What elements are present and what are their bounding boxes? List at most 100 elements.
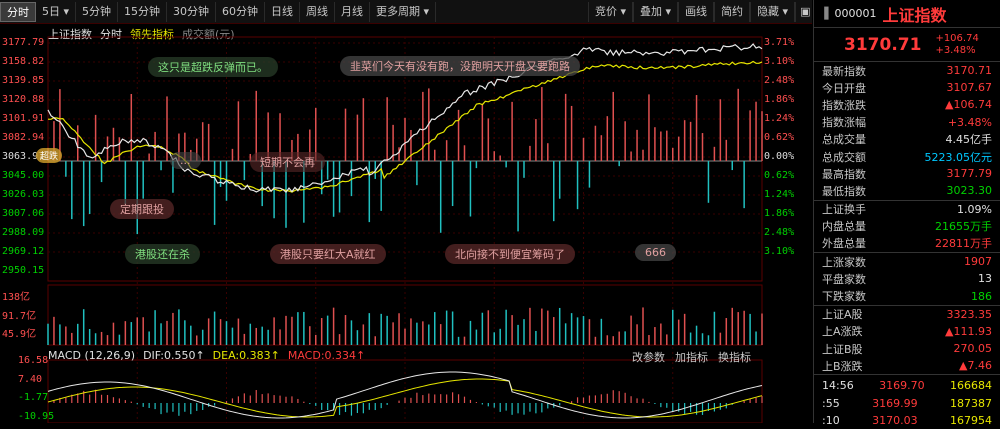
stat-value: 3177.79 — [946, 167, 993, 181]
axis-tick-label: 1.24% — [764, 113, 795, 124]
stat-value: 186 — [971, 289, 992, 303]
axis-tick-label: 0.62% — [764, 132, 795, 143]
axis-tick-label: -10.95 — [18, 410, 55, 422]
axis-tick-label: 3139.85 — [2, 75, 45, 86]
macd-value: MACD:0.334↑ — [287, 349, 366, 362]
stat-label: 内盘总量 — [822, 220, 866, 234]
axis-tick-label: 91.7亿 — [2, 310, 37, 322]
macd-dif: DIF:0.550↑ — [143, 349, 205, 362]
stat-row: 上证换手 1.09% — [814, 201, 1000, 218]
index-stats: 最新指数 3170.71 今日开盘 3107.67 指数涨跌 ▲106.74 指数涨幅 +3.… — [814, 62, 1000, 200]
tick-row: 14:56 3169.70 166684 — [814, 377, 1000, 394]
axis-tick-label: 45.9亿 — [2, 329, 37, 340]
axis-tick-label: 0.00% — [764, 151, 795, 162]
tick-price: 3170.03 — [872, 413, 918, 427]
axis-tick-label: 1.86% — [764, 94, 795, 105]
axis-tick-label: 7.40 — [18, 373, 43, 385]
comment-bubble-5[interactable]: 短期不会再 — [250, 152, 325, 172]
stat-value: ▲106.74 — [945, 98, 992, 112]
add-indicator-button[interactable]: 加指标 — [675, 349, 708, 365]
tick-volume: 166684 — [949, 379, 992, 393]
change-indicator-button[interactable]: 换指标 — [718, 349, 751, 365]
stat-row: 最高指数 3177.79 — [814, 165, 1000, 182]
stat-label: 上证换手 — [822, 203, 866, 217]
stat-value: 3023.30 — [946, 184, 993, 198]
stat-label: 上证A股 — [822, 308, 863, 322]
comment-bubble-10[interactable]: 超跌 — [36, 148, 63, 163]
stat-label: 上涨家数 — [822, 255, 866, 269]
stat-row: 下跌家数 186 — [814, 287, 1000, 304]
axis-tick-label: 2988.09 — [2, 227, 45, 238]
macd-name[interactable]: MACD (12,26,9) — [48, 349, 135, 362]
tick-row: :10 3170.03 167954 — [814, 412, 1000, 429]
tick-time: 14:56 — [822, 379, 854, 393]
comment-bubble-6[interactable]: 港股还在杀 — [125, 244, 200, 264]
stat-label: 总成交量 — [822, 133, 866, 147]
tick-price: 3169.70 — [879, 379, 925, 393]
comment-bubble-9[interactable]: 666 — [635, 244, 676, 261]
axis-tick-label: 3007.06 — [2, 208, 45, 219]
stat-value: ▲111.93 — [945, 324, 992, 338]
comment-bubble-7[interactable]: 港股只要红大A就红 — [270, 244, 386, 264]
comment-bubble-8[interactable]: 北向接不到便宜筹码了 — [445, 244, 575, 264]
axis-tick-label: 2950.15 — [2, 265, 45, 276]
index-code: 000001 — [834, 7, 877, 20]
stat-row: 最新指数 3170.71 — [814, 62, 1000, 79]
axis-tick-label: 3.71% — [764, 37, 795, 48]
stat-label: 外盘总量 — [822, 237, 866, 251]
axis-tick-label: 0.62% — [764, 170, 795, 181]
stat-row: 指数涨幅 +3.48% — [814, 114, 1000, 131]
current-price: 3170.71 — [844, 34, 922, 55]
stat-row: 上B涨跌 ▲7.46 — [814, 357, 1000, 374]
tick-volume: 167954 — [949, 413, 992, 427]
stat-row: 上涨家数 1907 — [814, 253, 1000, 270]
stat-value: 1907 — [964, 255, 992, 269]
axis-tick-label: 3158.82 — [2, 56, 45, 67]
tick-price: 3169.99 — [872, 396, 918, 410]
stat-value: +3.48% — [947, 115, 992, 129]
stat-row: 指数涨跌 ▲106.74 — [814, 96, 1000, 113]
stat-label: 上A涨跌 — [822, 325, 863, 339]
stat-value: 3107.67 — [946, 81, 993, 95]
comment-bubble-4[interactable]: 定期跟投 — [110, 199, 174, 219]
axis-tick-label: 1.24% — [764, 189, 795, 200]
stat-label: 上证B股 — [822, 342, 863, 356]
comment-bubble-1[interactable]: 这只是超跌反弹而已。 — [148, 57, 278, 77]
edit-params-button[interactable]: 改参数 — [632, 349, 665, 365]
index-name: 上证指数 — [882, 5, 947, 25]
stat-row: 平盘家数 13 — [814, 270, 1000, 287]
macd-legend: MACD (12,26,9) DIF:0.550↑ DEA:0.383↑ MAC… — [48, 349, 365, 362]
tick-volume: 187387 — [949, 396, 992, 410]
stat-value: 21655万手 — [935, 220, 992, 234]
tick-list[interactable]: 14:56 3169.70 166684:55 3169.99 187387:10 317… — [814, 374, 1000, 429]
comment-bubble-2[interactable]: 韭菜们今天有没有跑，没跑明天开盘又要跑路 — [340, 56, 580, 76]
tick-time: :10 — [822, 413, 840, 427]
stat-row: 外盘总量 22811万手 — [814, 235, 1000, 252]
stat-label: 指数涨跌 — [822, 98, 866, 112]
breadth-stats: 上涨家数 1907 平盘家数 13 下跌家数 186 — [814, 252, 1000, 305]
axis-tick-label: 3082.94 — [2, 132, 45, 143]
axis-tick-label: 2.48% — [764, 75, 795, 86]
axis-tick-label: 138亿 — [2, 292, 31, 303]
stat-label: 总成交额 — [822, 150, 866, 164]
stat-label: 下跌家数 — [822, 290, 866, 304]
axis-tick-label: 2969.12 — [2, 246, 45, 257]
stat-row: 上证A股 3323.35 — [814, 306, 1000, 323]
axis-tick-label: 3.10% — [764, 56, 795, 67]
menu-icon[interactable]: ▐ — [820, 7, 828, 20]
stat-label: 指数涨幅 — [822, 116, 866, 130]
stat-label: 最高指数 — [822, 167, 866, 181]
stat-value: 4.45亿手 — [945, 133, 993, 147]
price-change-pct: +3.48% — [935, 44, 976, 56]
axis-tick-label: 2.48% — [764, 227, 795, 238]
axis-tick-label: 3177.79 — [2, 37, 45, 48]
stat-value: 3323.35 — [946, 307, 993, 321]
stat-row: 上A涨跌 ▲111.93 — [814, 323, 1000, 340]
stat-label: 今日开盘 — [822, 81, 866, 95]
turnover-stats: 上证换手 1.09% 内盘总量 21655万手 外盘总量 22811万手 — [814, 199, 1000, 253]
comment-bubble-3[interactable]: ... — [170, 152, 201, 169]
stat-label: 最低指数 — [822, 184, 866, 198]
tick-row: :55 3169.99 187387 — [814, 395, 1000, 412]
indicator-buttons: 改参数 加指标 换指标 — [632, 349, 751, 365]
axis-tick-label: 16.58 — [18, 355, 49, 366]
